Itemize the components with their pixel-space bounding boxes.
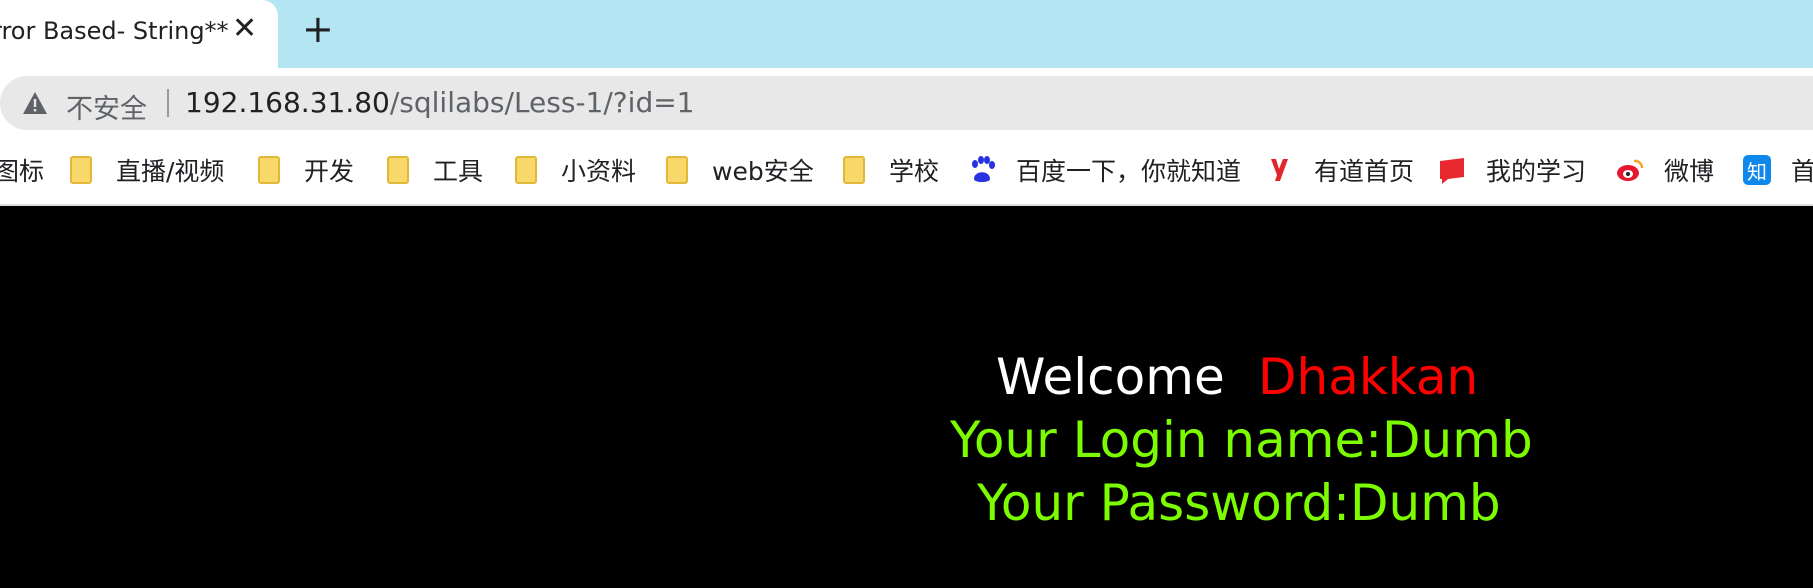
- folder-icon: [666, 156, 688, 184]
- address-bar[interactable]: 不安全 192.168.31.80/sqlilabs/Less-1/?id=1: [0, 76, 1813, 130]
- folder-icon: [387, 156, 409, 184]
- tab-strip: rror Based- String** ✕ +: [0, 0, 1813, 68]
- bookmarks-bar: 图标 直播/视频 开发 工具 小资料 web安全 学校 百度一下，你就知道 有道…: [0, 138, 1813, 206]
- bookmark-item[interactable]: 图标: [0, 152, 44, 188]
- bookmark-item[interactable]: 有道首页: [1266, 152, 1414, 188]
- plus-icon[interactable]: +: [302, 10, 334, 48]
- folder-icon: [258, 156, 280, 184]
- bookmark-folder[interactable]: 学校: [843, 152, 939, 188]
- red-book-icon: [1440, 158, 1464, 184]
- bookmark-label: 我的学习: [1486, 157, 1587, 186]
- bookmark-label: 微博: [1664, 157, 1715, 186]
- bookmark-label: 图标: [0, 157, 45, 186]
- login-name-text: Your Login name:Dumb: [950, 411, 1533, 469]
- folder-icon: [515, 156, 537, 184]
- baidu-paw-icon: [972, 156, 995, 182]
- bookmark-item[interactable]: 微博: [1616, 152, 1714, 188]
- toolbar: 不安全 192.168.31.80/sqlilabs/Less-1/?id=1: [0, 68, 1813, 138]
- bookmark-label: 直播/视频: [116, 157, 225, 186]
- bookmark-label: 首: [1791, 157, 1813, 186]
- welcome-text: Welcome: [996, 348, 1225, 406]
- bookmark-label: 小资料: [561, 157, 637, 186]
- bookmark-label: web安全: [712, 157, 814, 186]
- bookmark-label: 开发: [304, 157, 355, 186]
- password-text: Your Password:Dumb: [977, 474, 1501, 532]
- folder-icon: [843, 156, 865, 184]
- bookmark-folder[interactable]: web安全: [666, 152, 814, 188]
- bookmark-item[interactable]: 我的学习: [1438, 152, 1586, 188]
- divider: [167, 89, 169, 117]
- youdao-icon: [1271, 159, 1288, 181]
- bookmark-item[interactable]: 百度一下，你就知道: [968, 152, 1241, 188]
- url-path: /sqlilabs/Less-1/?id=1: [389, 86, 695, 119]
- folder-icon: [70, 156, 92, 184]
- close-icon[interactable]: ✕: [232, 14, 257, 44]
- bookmark-item[interactable]: 知 首: [1743, 152, 1813, 188]
- warning-icon[interactable]: [22, 91, 48, 115]
- bookmark-folder[interactable]: 小资料: [515, 152, 636, 188]
- zhihu-icon: 知: [1743, 155, 1771, 185]
- welcome-name: Dhakkan: [1258, 348, 1479, 406]
- security-label[interactable]: 不安全: [66, 87, 147, 126]
- url-host: 192.168.31.80: [185, 86, 390, 119]
- weibo-icon: [1617, 159, 1644, 181]
- bookmark-label: 百度一下，你就知道: [1016, 157, 1242, 186]
- bookmark-folder[interactable]: 开发: [258, 152, 354, 188]
- bookmark-label: 有道首页: [1314, 157, 1415, 186]
- active-tab[interactable]: rror Based- String** ✕: [0, 0, 278, 68]
- bookmark-label: 学校: [889, 157, 940, 186]
- bookmark-folder[interactable]: 直播/视频: [70, 152, 224, 188]
- bookmark-folder[interactable]: 工具: [387, 152, 483, 188]
- tab-title: rror Based- String**: [0, 17, 229, 45]
- bookmark-label: 工具: [433, 157, 484, 186]
- url-text[interactable]: 192.168.31.80/sqlilabs/Less-1/?id=1: [185, 86, 695, 119]
- page-content: Welcome Dhakkan Your Login name:Dumb You…: [0, 206, 1813, 588]
